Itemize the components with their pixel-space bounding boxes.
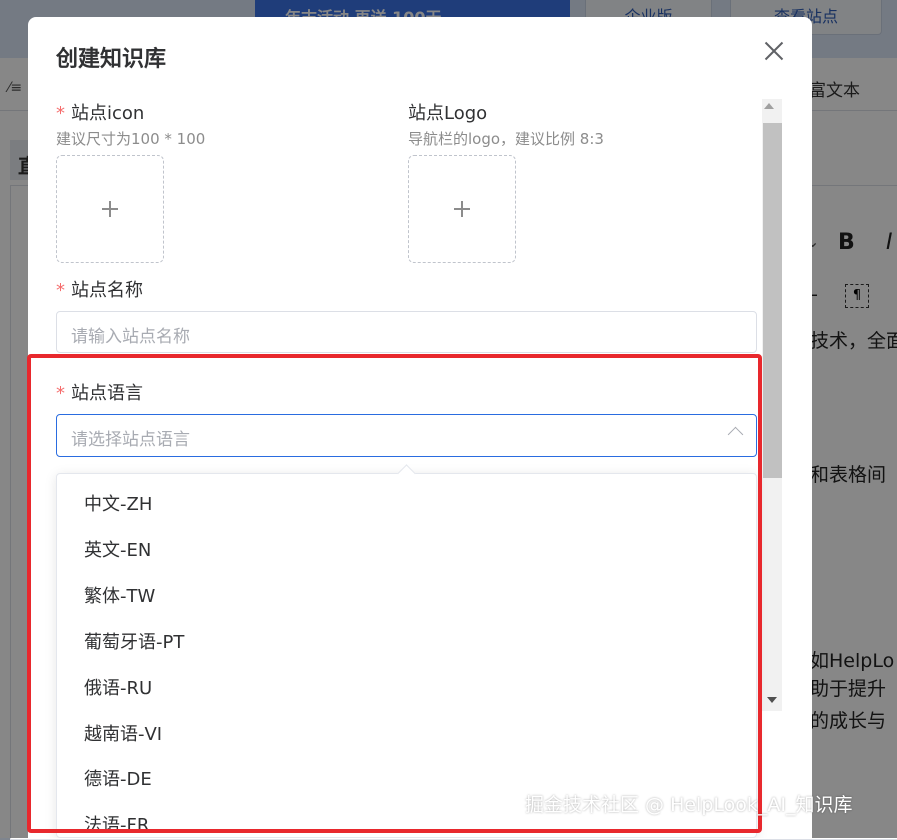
site-logo-label: 站点Logo (408, 103, 488, 124)
chevron-up-icon (727, 426, 744, 443)
site-logo-hint: 导航栏的logo，建议比例 8:3 (408, 130, 604, 148)
required-mark: * (56, 383, 65, 404)
plus-icon (102, 201, 118, 217)
close-icon[interactable] (762, 39, 786, 63)
scroll-down-arrow-icon[interactable] (767, 697, 777, 703)
language-option-ru[interactable]: 俄语-RU (57, 666, 756, 712)
language-dropdown: 中文-ZH 英文-EN 繁体-TW 葡萄牙语-PT 俄语-RU 越南语-VI 德… (56, 473, 757, 838)
site-icon-hint: 建议尺寸为100 * 100 (56, 130, 206, 148)
scrollbar-thumb[interactable] (763, 123, 782, 478)
site-icon-label: 站点icon (71, 103, 145, 124)
site-name-input[interactable]: 请输入站点名称 (56, 311, 757, 353)
required-mark: * (56, 103, 65, 124)
plus-icon (454, 201, 470, 217)
site-logo-upload[interactable] (408, 155, 516, 263)
dialog-title: 创建知识库 (56, 47, 167, 72)
language-option-en[interactable]: 英文-EN (57, 528, 756, 574)
site-language-label: 站点语言 (71, 383, 143, 404)
site-icon-upload[interactable] (56, 155, 164, 263)
site-language-label-row: * 站点语言 (56, 379, 143, 405)
site-name-label: 站点名称 (71, 280, 143, 301)
site-name-placeholder: 请输入站点名称 (71, 327, 190, 347)
scroll-up-arrow-icon[interactable] (764, 103, 774, 109)
watermark: 掘金技术社区 @ HelpLook_AI_知识库 (525, 794, 853, 816)
site-name-label-row: * 站点名称 (56, 276, 143, 302)
language-option-tw[interactable]: 繁体-TW (57, 574, 756, 620)
language-option-pt[interactable]: 葡萄牙语-PT (57, 620, 756, 666)
required-mark: * (56, 280, 65, 301)
language-option-vi[interactable]: 越南语-VI (57, 712, 756, 758)
site-icon-label-row: * 站点icon (56, 99, 144, 125)
language-option-zh[interactable]: 中文-ZH (57, 482, 756, 528)
site-language-select[interactable]: 请选择站点语言 (56, 414, 757, 457)
site-language-placeholder: 请选择站点语言 (71, 430, 190, 450)
create-knowledge-base-dialog: 创建知识库 * 站点icon 建议尺寸为100 * 100 站点Logo 导航栏的… (28, 17, 812, 838)
